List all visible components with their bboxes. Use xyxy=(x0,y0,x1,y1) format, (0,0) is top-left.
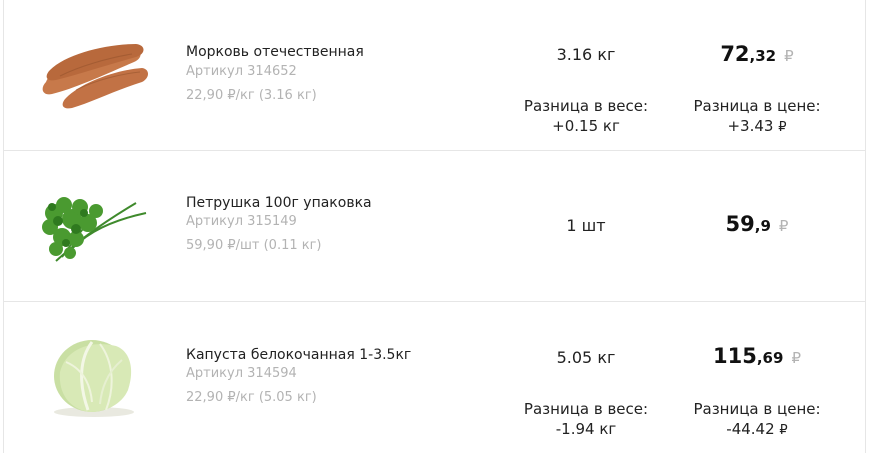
total-price: 115,69 ₽ xyxy=(667,344,847,368)
total-price-decimal: ,32 xyxy=(749,47,777,65)
unit-price: 59,90 ₽/шт (0.11 кг) xyxy=(186,238,322,253)
quantity: 1 шт xyxy=(566,216,606,235)
quantity: 3.16 кг xyxy=(556,45,616,64)
quantity: 5.05 кг xyxy=(556,348,616,367)
product-sku: Артикул 314594 xyxy=(186,366,297,381)
list-item: Капуста белокочанная 1-3.5кг Артикул 314… xyxy=(4,302,865,453)
cabbage-icon xyxy=(36,332,152,422)
parsley-icon xyxy=(36,183,152,273)
product-sku: Артикул 314652 xyxy=(186,64,297,79)
price-difference: Разница в цене: +3.43 ₽ xyxy=(667,96,847,138)
weight-difference-label: Разница в весе: xyxy=(523,400,649,418)
price-difference: Разница в цене: -44.42 ₽ xyxy=(667,399,847,441)
currency-symbol: ₽ xyxy=(791,349,801,367)
unit-price: 22,90 ₽/кг (5.05 кг) xyxy=(186,390,317,405)
total-price-decimal: ,9 xyxy=(754,217,771,235)
list-item: Петрушка 100г упаковка Артикул 315149 59… xyxy=(4,151,865,302)
product-name[interactable]: Морковь отечественная xyxy=(186,44,364,60)
total-price-integer: 115 xyxy=(713,344,757,368)
product-name[interactable]: Петрушка 100г упаковка xyxy=(186,195,372,211)
currency-symbol: ₽ xyxy=(784,47,794,65)
price-difference-label: Разница в цене: xyxy=(693,400,821,418)
carrot-icon xyxy=(36,30,152,120)
price-difference-value: -44.42 xyxy=(726,420,775,438)
product-sku: Артикул 315149 xyxy=(186,214,297,229)
total-price: 59,9 ₽ xyxy=(667,212,847,236)
list-item: Морковь отечественная Артикул 314652 22,… xyxy=(4,0,865,151)
price-difference-label: Разница в цене: xyxy=(693,97,821,115)
product-name[interactable]: Капуста белокочанная 1-3.5кг xyxy=(186,347,411,363)
price-difference-value: +3.43 xyxy=(727,117,774,135)
weight-difference-value: -1.94 кг xyxy=(555,420,617,438)
total-price: 72,32 ₽ xyxy=(667,42,847,66)
price-difference-value-line: +3.43 ₽ xyxy=(667,116,847,138)
price-difference-value-line: -44.42 ₽ xyxy=(667,419,847,441)
total-price-integer: 59 xyxy=(725,212,755,236)
weight-difference-label: Разница в весе: xyxy=(523,97,649,115)
weight-difference: Разница в весе: -1.94 кг xyxy=(496,399,676,439)
order-items-list: Морковь отечественная Артикул 314652 22,… xyxy=(3,0,866,453)
currency-symbol: ₽ xyxy=(778,120,787,135)
total-price-integer: 72 xyxy=(720,42,750,66)
weight-difference: Разница в весе: +0.15 кг xyxy=(496,96,676,136)
weight-difference-value: +0.15 кг xyxy=(552,117,620,135)
total-price-decimal: ,69 xyxy=(756,349,784,367)
unit-price: 22,90 ₽/кг (3.16 кг) xyxy=(186,88,317,103)
currency-symbol: ₽ xyxy=(778,217,789,235)
currency-symbol: ₽ xyxy=(779,423,788,438)
